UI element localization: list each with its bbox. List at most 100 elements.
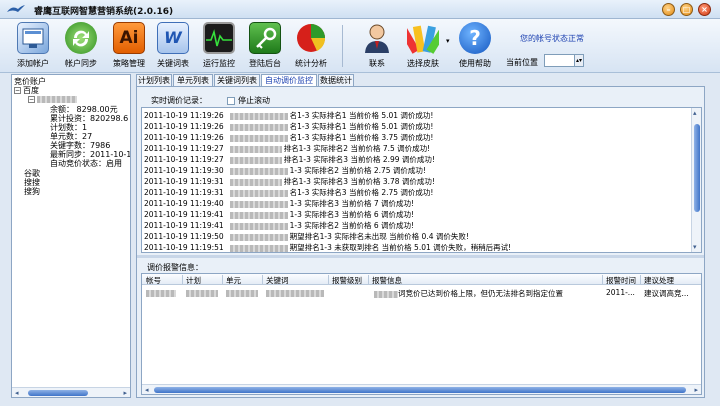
log-vertical-scrollbar[interactable]: ▴ ▾ — [691, 108, 701, 252]
log-line: 2011-10-19 11:19:26 名1-3 实际排名1 当前价格 5.01 … — [144, 110, 433, 121]
col-alert-level[interactable]: 报警级别 — [332, 275, 362, 286]
keyword-table-button[interactable]: W 关键词表 — [150, 21, 196, 71]
skin-dropdown-arrow-icon[interactable]: ▾ — [446, 37, 450, 45]
log-message: 名1-3 实际排名1 当前价格 3.75 调价成功! — [289, 133, 434, 142]
redacted-keyword — [229, 222, 288, 230]
toolbar: 添加帐户 帐户同步 Ai 策略管理 W 关键词表 运行监控 登陆后台 统计分析 — [0, 19, 720, 73]
log-line: 2011-10-19 11:19:31 名1-3 实际排名3 当前价格 2.75 … — [144, 187, 433, 198]
tree-horizontal-scrollbar[interactable]: ◂ ▸ — [12, 387, 130, 397]
redacted-keyword — [229, 134, 288, 142]
collapse-icon[interactable]: − — [14, 87, 21, 94]
col-account[interactable]: 帐号 — [146, 275, 161, 286]
col-alert-message[interactable]: 报警信息 — [372, 275, 402, 286]
stop-scroll-checkbox[interactable]: 停止滚动 — [227, 95, 270, 106]
scroll-thumb[interactable] — [154, 387, 686, 393]
log-line: 2011-10-19 11:19:31 排名1-3 实际排名3 当前价格 3.78… — [144, 176, 435, 187]
redacted-keyword — [229, 112, 288, 120]
redacted-keyword — [229, 167, 288, 175]
alert-message: 词竞价已达到价格上限，但仍无法排名到指定位置 — [398, 289, 563, 298]
scroll-thumb[interactable] — [28, 390, 88, 396]
redacted-keyword — [229, 123, 288, 131]
close-button[interactable]: × — [698, 3, 711, 16]
tab-unit-list[interactable]: 单元列表 — [173, 74, 213, 86]
log-line: 2011-10-19 11:19:27 排名1-3 实际排名2 当前价格 7.5 … — [144, 143, 430, 154]
redacted-keyword — [229, 189, 288, 197]
log-line: 2011-10-19 11:19:51 期望排名1-3 未获取到排名 当前价格 5… — [144, 242, 511, 252]
redacted-account-name — [37, 96, 77, 103]
col-unit[interactable]: 单元 — [226, 275, 241, 286]
scroll-thumb[interactable] — [694, 124, 700, 212]
account-sync-button[interactable]: 帐户同步 — [58, 21, 104, 71]
add-account-button[interactable]: 添加帐户 — [10, 21, 56, 71]
contact-icon — [361, 22, 393, 54]
account-status-text: 您的帐号状态正常 — [520, 34, 584, 43]
redacted-keyword — [229, 200, 288, 208]
skin-icon — [399, 22, 448, 54]
pie-chart-icon — [295, 22, 327, 54]
window-title: 睿鹰互联网智慧营销系统(2.0.16) — [34, 7, 174, 17]
col-alert-time[interactable]: 报警时间 — [606, 275, 636, 286]
tree-node-sogou[interactable]: 搜狗 — [24, 186, 40, 197]
tab-data-stats[interactable]: 数据统计 — [318, 74, 354, 86]
statistics-button[interactable]: 统计分析 — [288, 21, 334, 71]
tab-auto-bid-monitor[interactable]: 自动调价监控 — [261, 74, 317, 86]
tab-keyword-list[interactable]: 关键词列表 — [214, 74, 260, 86]
col-suggestion[interactable]: 建议处理 — [644, 275, 674, 286]
checkbox-icon[interactable] — [227, 96, 235, 105]
col-keyword[interactable]: 关键词 — [266, 275, 289, 286]
detail-auto-bid-status: 自动竞价状态：启用 — [50, 159, 122, 168]
col-plan[interactable]: 计划 — [186, 275, 201, 286]
auto-bid-monitor-panel: 实时调价记录： 停止滚动 ▴ ▾ 2011-10-19 11:19:26 名1-3… — [136, 86, 705, 398]
log-time: 2011-10-19 11:19:51 — [144, 243, 224, 252]
alert-title: 调价报警信息： — [147, 263, 203, 272]
maximize-button[interactable]: □ — [680, 3, 693, 16]
help-button[interactable]: ? 使用帮助 — [452, 21, 498, 71]
run-monitor-button[interactable]: 运行监控 — [196, 21, 242, 71]
app-logo-icon — [7, 5, 25, 12]
tree-node-account[interactable]: − — [28, 95, 77, 104]
log-message: 排名1-3 实际排名3 当前价格 3.78 调价成功! — [283, 177, 435, 186]
scroll-down-icon[interactable]: ▾ — [693, 243, 697, 251]
log-line: 2011-10-19 11:19:41 1-3 实际排名2 当前价格 6 调价成功… — [144, 220, 414, 231]
log-line: 2011-10-19 11:19:26 名1-3 实际排名1 当前价格 3.75 … — [144, 132, 433, 143]
log-time: 2011-10-19 11:19:41 — [144, 221, 224, 230]
log-line: 2011-10-19 11:19:50 期望排名1-3 实际排名未出现 当前价格 … — [144, 231, 469, 242]
log-time: 2011-10-19 11:19:31 — [144, 188, 224, 197]
redacted-keyword-prefix — [374, 290, 398, 298]
redacted-keyword — [229, 145, 282, 153]
login-backend-button[interactable]: 登陆后台 — [242, 21, 288, 71]
log-time: 2011-10-19 11:19:41 — [144, 210, 224, 219]
redacted-unit — [226, 289, 258, 297]
tab-plan-list[interactable]: 计划列表 — [136, 74, 172, 86]
choose-skin-button[interactable]: 选择皮肤 — [399, 21, 448, 71]
scroll-right-icon[interactable]: ▸ — [694, 386, 698, 394]
monitor-icon — [203, 22, 235, 54]
login-key-icon — [249, 22, 281, 54]
stepper-arrows-icon[interactable]: ▴▾ — [574, 55, 583, 66]
scroll-left-icon[interactable]: ◂ — [145, 386, 149, 394]
log-message: 期望排名1-3 实际排名未出现 当前价格 0.4 调价失败! — [289, 232, 469, 241]
scroll-right-icon[interactable]: ▸ — [123, 389, 127, 397]
collapse-icon[interactable]: − — [28, 96, 35, 103]
redacted-keyword — [229, 244, 288, 252]
minimize-button[interactable]: – — [662, 3, 675, 16]
redacted-keyword — [266, 289, 324, 297]
log-message: 1-3 实际排名3 当前价格 7 调价成功! — [289, 199, 414, 208]
log-time: 2011-10-19 11:19:31 — [144, 177, 224, 186]
alert-horizontal-scrollbar[interactable]: ◂ ▸ — [142, 384, 701, 394]
alert-time: 2011-... — [606, 288, 635, 297]
realtime-log-list: ▴ ▾ 2011-10-19 11:19:26 名1-3 实际排名1 当前价格 5… — [141, 107, 702, 253]
redacted-keyword — [229, 233, 288, 241]
log-time: 2011-10-19 11:19:26 — [144, 133, 224, 142]
log-line: 2011-10-19 11:19:27 排名1-3 实际排名3 当前价格 2.99… — [144, 154, 435, 165]
redacted-keyword — [229, 156, 282, 164]
help-icon: ? — [459, 22, 491, 54]
sync-icon — [65, 22, 97, 54]
contact-button[interactable]: 联系 — [354, 21, 400, 71]
redacted-keyword — [229, 211, 288, 219]
log-line: 2011-10-19 11:19:40 1-3 实际排名3 当前价格 7 调价成功… — [144, 198, 414, 209]
scroll-up-icon[interactable]: ▴ — [693, 109, 697, 117]
scroll-left-icon[interactable]: ◂ — [15, 389, 19, 397]
panel-splitter[interactable] — [137, 255, 704, 258]
position-stepper[interactable]: ▴▾ — [544, 54, 584, 67]
